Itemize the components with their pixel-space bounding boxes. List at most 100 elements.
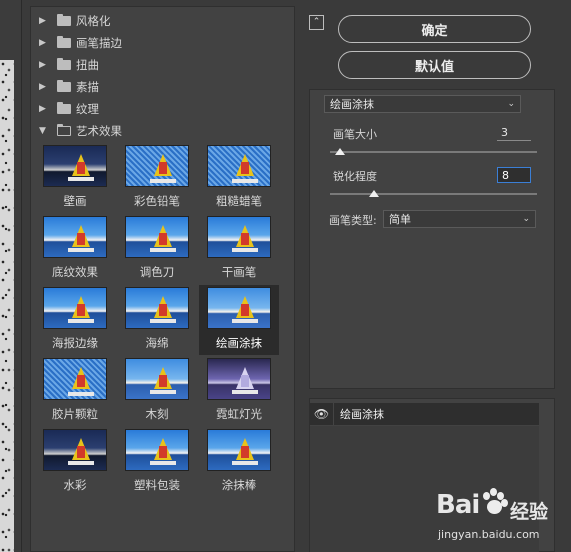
expand-triangle-icon: ▶ bbox=[39, 82, 46, 92]
filter-thumb-fresco[interactable]: 壁画 bbox=[35, 143, 115, 213]
category-label: 画笔描边 bbox=[76, 36, 122, 50]
preview-canvas-strip bbox=[0, 0, 22, 552]
filter-label: 海报边缘 bbox=[52, 336, 98, 350]
effect-layer-row[interactable]: 👁 绘画涂抹 bbox=[310, 403, 539, 425]
category-label: 扭曲 bbox=[76, 58, 99, 72]
category-brush-strokes[interactable]: ▶ 画笔描边 bbox=[31, 32, 294, 54]
filter-thumb-watercolor[interactable]: 水彩 bbox=[35, 427, 115, 497]
brush-size-input[interactable]: 3 bbox=[497, 125, 531, 141]
chevron-down-icon: ⌄ bbox=[522, 214, 530, 224]
sharpness-slider-track[interactable] bbox=[330, 193, 537, 195]
filter-preview-image bbox=[125, 216, 189, 258]
filter-select-dropdown[interactable]: 绘画涂抹 ⌄ bbox=[324, 95, 521, 113]
brush-size-label: 画笔大小 bbox=[333, 128, 377, 141]
category-texture[interactable]: ▶ 纹理 bbox=[31, 98, 294, 120]
brush-size-slider-handle[interactable] bbox=[335, 148, 345, 155]
collapse-triangle-icon: ▼ bbox=[39, 126, 46, 136]
folder-icon bbox=[57, 14, 71, 26]
brush-type-dropdown[interactable]: 简单 ⌄ bbox=[383, 210, 536, 228]
category-label: 素描 bbox=[76, 80, 99, 94]
folder-icon bbox=[57, 102, 71, 114]
filter-preview-image bbox=[43, 216, 107, 258]
filter-preview-image bbox=[207, 287, 271, 329]
expand-triangle-icon: ▶ bbox=[39, 104, 46, 114]
filter-preview-image bbox=[207, 429, 271, 471]
watermark-suffix: 经验 bbox=[510, 501, 549, 523]
category-artistic[interactable]: ▼ 艺术效果 bbox=[31, 120, 294, 142]
category-distort[interactable]: ▶ 扭曲 bbox=[31, 54, 294, 76]
folder-icon bbox=[57, 80, 71, 92]
filter-thumb-neon-glow[interactable]: 霓虹灯光 bbox=[199, 356, 279, 426]
filter-label: 壁画 bbox=[63, 194, 87, 208]
filter-thumb-smudge-stick[interactable]: 涂抹棒 bbox=[199, 427, 279, 497]
filter-label: 塑料包装 bbox=[134, 478, 180, 492]
expand-triangle-icon: ▶ bbox=[39, 38, 46, 48]
category-label: 纹理 bbox=[76, 102, 99, 116]
filter-thumb-poster-edges[interactable]: 海报边缘 bbox=[35, 285, 115, 355]
filter-preview-image bbox=[43, 358, 107, 400]
filter-thumb-underpainting[interactable]: 底纹效果 bbox=[35, 214, 115, 284]
filter-preview-image bbox=[43, 429, 107, 471]
default-button[interactable]: 默认值 bbox=[338, 51, 531, 79]
ok-button[interactable]: 确定 bbox=[338, 15, 531, 43]
brush-type-value: 简单 bbox=[389, 213, 411, 226]
brush-size-slider-track[interactable] bbox=[330, 151, 537, 153]
filter-thumb-rough-pastels[interactable]: 粗糙蜡笔 bbox=[199, 143, 279, 213]
category-sketch[interactable]: ▶ 素描 bbox=[31, 76, 294, 98]
filter-label: 木刻 bbox=[145, 407, 169, 421]
filter-label: 粗糙蜡笔 bbox=[216, 194, 262, 208]
filter-label: 胶片颗粒 bbox=[52, 407, 98, 421]
filter-preview-image bbox=[125, 145, 189, 187]
filter-preview-image bbox=[207, 216, 271, 258]
visibility-toggle[interactable]: 👁 bbox=[310, 403, 334, 425]
filter-thumb-palette-knife[interactable]: 调色刀 bbox=[117, 214, 197, 284]
eye-icon: 👁 bbox=[313, 407, 330, 421]
filter-gallery-panel: ▶ 风格化 ▶ 画笔描边 ▶ 扭曲 ▶ 素描 ▶ 纹理 ▼ 艺术效果 壁画 彩色… bbox=[30, 6, 295, 552]
filter-label: 水彩 bbox=[63, 478, 87, 492]
filter-thumb-colored-pencil[interactable]: 彩色铅笔 bbox=[117, 143, 197, 213]
filter-thumb-sponge[interactable]: 海绵 bbox=[117, 285, 197, 355]
filter-preview-image bbox=[125, 358, 189, 400]
chevron-down-icon: ⌄ bbox=[507, 99, 515, 109]
folder-open-icon bbox=[56, 124, 71, 136]
paw-logo-icon bbox=[481, 488, 508, 520]
chevron-up-icon: ⌃ bbox=[312, 17, 321, 27]
expand-triangle-icon: ▶ bbox=[39, 60, 46, 70]
filter-preview-image bbox=[43, 145, 107, 187]
filter-preview-image bbox=[43, 287, 107, 329]
watermark-logo-text: Bai bbox=[436, 490, 480, 520]
filter-preview-image bbox=[125, 287, 189, 329]
category-label: 艺术效果 bbox=[76, 124, 122, 138]
folder-icon bbox=[57, 36, 71, 48]
effect-layer-name: 绘画涂抹 bbox=[340, 408, 384, 421]
collapse-gallery-button[interactable]: ⌃ bbox=[309, 15, 324, 30]
filter-label: 绘画涂抹 bbox=[216, 336, 262, 350]
filter-thumb-dry-brush[interactable]: 干画笔 bbox=[199, 214, 279, 284]
filter-preview-image bbox=[207, 145, 271, 187]
baidu-jingyan-watermark: Bai 经验 jingyan.baidu.com bbox=[436, 488, 571, 552]
expand-triangle-icon: ▶ bbox=[39, 16, 46, 26]
filter-preview-image bbox=[207, 358, 271, 400]
filter-thumb-paint-daubs[interactable]: 绘画涂抹 bbox=[199, 285, 279, 355]
filter-thumb-cutout[interactable]: 木刻 bbox=[117, 356, 197, 426]
category-stylize[interactable]: ▶ 风格化 bbox=[31, 10, 294, 32]
filter-select-value: 绘画涂抹 bbox=[330, 98, 374, 111]
category-label: 风格化 bbox=[76, 14, 111, 28]
sharpness-slider-handle[interactable] bbox=[369, 190, 379, 197]
filter-preview-image bbox=[125, 429, 189, 471]
filter-thumb-film-grain[interactable]: 胶片颗粒 bbox=[35, 356, 115, 426]
brush-type-label: 画笔类型: bbox=[329, 214, 377, 227]
filter-label: 干画笔 bbox=[221, 265, 257, 279]
folder-icon bbox=[57, 58, 71, 70]
filter-label: 霓虹灯光 bbox=[216, 407, 262, 421]
filter-thumb-plastic-wrap[interactable]: 塑料包装 bbox=[117, 427, 197, 497]
filter-label: 调色刀 bbox=[139, 265, 175, 279]
sharpness-label: 锐化程度 bbox=[333, 170, 377, 183]
filter-label: 海绵 bbox=[145, 336, 169, 350]
preview-image bbox=[0, 60, 14, 552]
sharpness-input[interactable]: 8 bbox=[497, 167, 531, 183]
filter-label: 彩色铅笔 bbox=[134, 194, 180, 208]
watermark-url: jingyan.baidu.com bbox=[438, 528, 540, 541]
filter-label: 涂抹棒 bbox=[221, 478, 257, 492]
filter-label: 底纹效果 bbox=[52, 265, 98, 279]
